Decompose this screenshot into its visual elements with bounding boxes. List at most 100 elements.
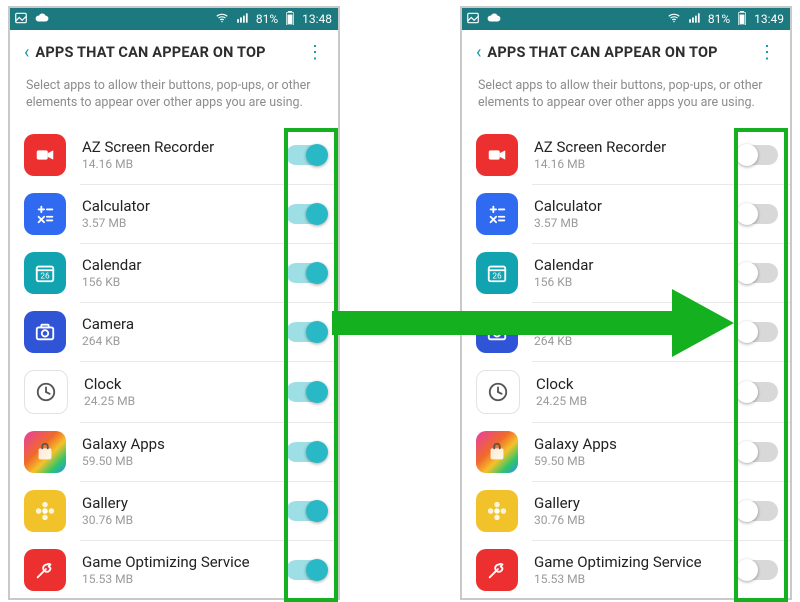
- app-size: 264 KB: [82, 334, 286, 348]
- app-row[interactable]: 26 Calendar156 KB: [10, 244, 338, 302]
- toggle-switch[interactable]: [738, 501, 778, 521]
- app-row[interactable]: Game Optimizing Service15.53 MB: [462, 541, 790, 599]
- toggle-switch[interactable]: [738, 560, 778, 580]
- app-name: AZ Screen Recorder: [82, 138, 286, 156]
- clock-text: 13:49: [754, 12, 784, 26]
- app-row[interactable]: Galaxy Apps59.50 MB: [10, 423, 338, 481]
- toggle-switch[interactable]: [738, 382, 778, 402]
- cloud-icon: [34, 11, 50, 28]
- app-row[interactable]: AZ Screen Recorder14.16 MB: [10, 126, 338, 184]
- image-icon: [466, 11, 480, 28]
- overflow-menu-button[interactable]: ⋮: [752, 42, 782, 63]
- app-row[interactable]: Calculator3.57 MB: [462, 185, 790, 243]
- app-name: AZ Screen Recorder: [534, 138, 738, 156]
- app-label: Calendar156 KB: [82, 256, 286, 289]
- page-subtitle: Select apps to allow their buttons, pop-…: [10, 74, 338, 126]
- app-row[interactable]: Camera264 KB: [10, 303, 338, 361]
- camcorder-icon: [476, 134, 518, 176]
- app-row[interactable]: Calculator3.57 MB: [10, 185, 338, 243]
- app-name: Calculator: [534, 197, 738, 215]
- app-name: Calculator: [82, 197, 286, 215]
- toggle-switch[interactable]: [286, 382, 326, 402]
- app-row[interactable]: AZ Screen Recorder14.16 MB: [462, 126, 790, 184]
- app-row[interactable]: Gallery30.76 MB: [462, 482, 790, 540]
- battery-percent: 81%: [256, 12, 278, 26]
- toggle-switch[interactable]: [286, 442, 326, 462]
- clock-text: 13:48: [302, 12, 332, 26]
- battery-icon: [736, 11, 748, 28]
- toggle-switch[interactable]: [738, 204, 778, 224]
- app-size: 59.50 MB: [82, 454, 286, 468]
- app-name: Clock: [84, 375, 286, 393]
- title-bar: ‹APPS THAT CAN APPEAR ON TOP⋮: [462, 30, 790, 74]
- app-label: AZ Screen Recorder14.16 MB: [82, 138, 286, 171]
- clock-icon: [476, 370, 520, 414]
- battery-percent: 81%: [708, 12, 730, 26]
- toggle-switch[interactable]: [286, 263, 326, 283]
- cloud-icon: [486, 11, 502, 28]
- app-name: Clock: [536, 375, 738, 393]
- bag-icon: [476, 431, 518, 473]
- toggle-switch[interactable]: [286, 204, 326, 224]
- toggle-switch[interactable]: [738, 263, 778, 283]
- app-row[interactable]: Galaxy Apps59.50 MB: [462, 423, 790, 481]
- app-row[interactable]: Clock24.25 MB: [462, 362, 790, 422]
- calendar-icon: 26: [24, 252, 66, 294]
- overflow-menu-button[interactable]: ⋮: [300, 42, 330, 63]
- wrench-icon: [24, 549, 66, 591]
- app-row[interactable]: 26Calendar156 KB: [462, 244, 790, 302]
- camcorder-icon: [24, 134, 66, 176]
- app-name: Game Optimizing Service: [82, 553, 286, 571]
- app-label: Camera264 KB: [534, 315, 738, 348]
- toggle-switch[interactable]: [738, 322, 778, 342]
- app-label: Galaxy Apps59.50 MB: [534, 435, 738, 468]
- app-row[interactable]: Clock24.25 MB: [10, 362, 338, 422]
- app-size: 15.53 MB: [82, 572, 286, 586]
- app-name: Gallery: [534, 494, 738, 512]
- app-row[interactable]: Camera264 KB: [462, 303, 790, 361]
- app-size: 264 KB: [534, 334, 738, 348]
- status-bar: 81% 13:48: [10, 8, 338, 30]
- wrench-icon: [476, 549, 518, 591]
- app-label: AZ Screen Recorder14.16 MB: [534, 138, 738, 171]
- app-name: Galaxy Apps: [534, 435, 738, 453]
- app-name: Gallery: [82, 494, 286, 512]
- app-row[interactable]: Gallery30.76 MB: [10, 482, 338, 540]
- back-button[interactable]: ‹: [18, 42, 35, 63]
- toggle-switch[interactable]: [738, 145, 778, 165]
- app-label: Clock24.25 MB: [536, 375, 738, 408]
- calendar-icon: 26: [476, 252, 518, 294]
- app-name: Calendar: [82, 256, 286, 274]
- status-bar: 81% 13:49: [462, 8, 790, 30]
- app-label: Gallery30.76 MB: [534, 494, 738, 527]
- app-row[interactable]: Game Optimizing Service15.53 MB: [10, 541, 338, 599]
- toggle-switch[interactable]: [286, 145, 326, 165]
- flower-icon: [476, 490, 518, 532]
- app-size: 24.25 MB: [536, 394, 738, 408]
- app-size: 24.25 MB: [84, 394, 286, 408]
- app-label: Galaxy Apps59.50 MB: [82, 435, 286, 468]
- calc-icon: [24, 193, 66, 235]
- toggle-switch[interactable]: [286, 501, 326, 521]
- phone-screenshot-left: 81% 13:48 ‹APPS THAT CAN APPEAR ON TOP⋮ Sel…: [8, 6, 340, 600]
- flower-icon: [24, 490, 66, 532]
- phone-screenshot-right: 81%13:49‹APPS THAT CAN APPEAR ON TOP⋮Sel…: [460, 6, 792, 600]
- app-label: Gallery30.76 MB: [82, 494, 286, 527]
- back-button[interactable]: ‹: [470, 42, 487, 63]
- app-size: 59.50 MB: [534, 454, 738, 468]
- page-title: APPS THAT CAN APPEAR ON TOP: [35, 44, 300, 61]
- page-title: APPS THAT CAN APPEAR ON TOP: [487, 44, 752, 61]
- toggle-switch[interactable]: [738, 442, 778, 462]
- battery-icon: [284, 11, 296, 28]
- app-size: 3.57 MB: [82, 216, 286, 230]
- calc-icon: [476, 193, 518, 235]
- toggle-switch[interactable]: [286, 322, 326, 342]
- app-size: 30.76 MB: [534, 513, 738, 527]
- bag-icon: [24, 431, 66, 473]
- app-name: Game Optimizing Service: [534, 553, 738, 571]
- camera-icon: [24, 311, 66, 353]
- svg-text:26: 26: [40, 271, 50, 281]
- app-label: Game Optimizing Service15.53 MB: [534, 553, 738, 586]
- app-label: Calculator3.57 MB: [534, 197, 738, 230]
- toggle-switch[interactable]: [286, 560, 326, 580]
